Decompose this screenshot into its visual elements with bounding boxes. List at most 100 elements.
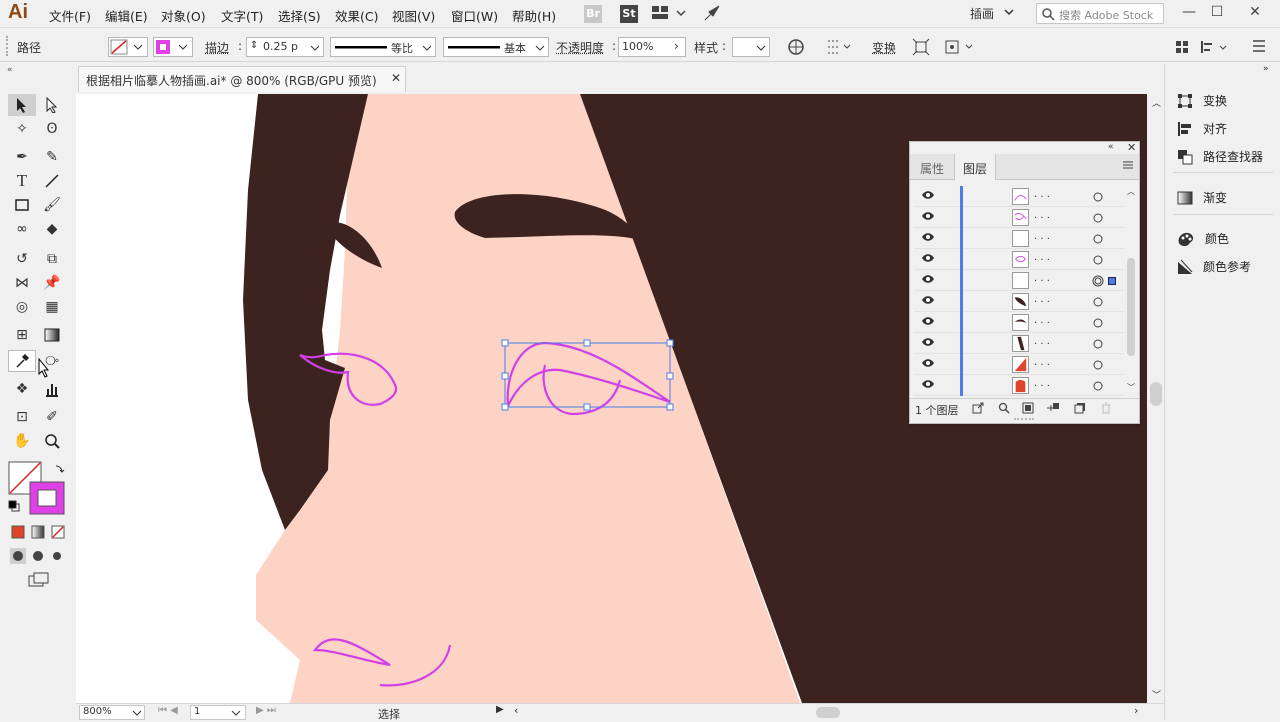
zoom-tool[interactable] [38, 430, 66, 452]
visibility-eye-icon[interactable] [921, 231, 935, 246]
expand-dock-icon[interactable]: » [1263, 64, 1269, 74]
delete-layer-icon[interactable] [1100, 402, 1112, 417]
dock-transform[interactable]: 变换 [1177, 92, 1227, 109]
puppet-warp-icon[interactable] [944, 38, 976, 59]
perspective-grid-tool[interactable]: ▦ [38, 296, 66, 318]
status-menu-arrow-icon[interactable]: ▶ [496, 704, 504, 715]
menu-select[interactable]: 选择(S) [278, 6, 321, 25]
curvature-tool[interactable]: ✎ [38, 146, 66, 168]
graphic-style-dropdown[interactable] [732, 37, 770, 57]
layer-row[interactable]: . . . [914, 375, 1124, 396]
arrange-icon[interactable] [1174, 38, 1238, 59]
make-clipping-mask-icon[interactable] [1022, 402, 1034, 417]
vertical-scrollbar[interactable]: ︿ ﹀ [1148, 94, 1164, 703]
puppet-warp-tool[interactable]: 📌 [38, 272, 66, 294]
vertical-scroll-thumb[interactable] [1150, 382, 1162, 406]
column-graph-tool[interactable] [38, 378, 66, 400]
menu-effect[interactable]: 效果(C) [335, 6, 378, 25]
shaper-tool[interactable]: ∞ [8, 218, 36, 240]
drawing-modes[interactable] [10, 548, 70, 564]
eyedropper-tool[interactable] [8, 350, 36, 372]
fill-swatch-dropdown[interactable] [108, 37, 148, 57]
stock-button[interactable]: St [620, 5, 638, 23]
visibility-eye-icon[interactable] [921, 294, 935, 309]
document-tab[interactable]: 根据相片临摹人物插画.ai* @ 800% (RGB/GPU 预览) ✕ [78, 66, 406, 92]
stock-search-field[interactable]: 搜索 Adobe Stock [1036, 3, 1164, 24]
layer-row[interactable]: . . . [914, 249, 1124, 270]
layer-row[interactable]: . . . [914, 228, 1124, 249]
eraser-tool[interactable]: ◆ [38, 218, 66, 240]
visibility-eye-icon[interactable] [921, 273, 935, 288]
rotate-tool[interactable]: ↺ [8, 248, 36, 270]
layers-scrollbar[interactable]: ︿ ﹀ [1126, 186, 1137, 394]
layers-panel-menu-icon[interactable] [1122, 159, 1134, 174]
tab-layers[interactable]: 图层 [954, 154, 996, 180]
gpu-rocket-icon[interactable] [703, 4, 721, 25]
menu-window[interactable]: 窗口(W) [451, 6, 498, 25]
opacity-label[interactable]: 不透明度 [556, 39, 604, 56]
align-options-icon[interactable] [826, 38, 854, 59]
maximize-button[interactable]: ☐ [1200, 0, 1234, 26]
layers-scroll-thumb[interactable] [1127, 258, 1135, 356]
target-circle-icon[interactable] [1092, 191, 1104, 206]
visibility-eye-icon[interactable] [921, 336, 935, 351]
rectangle-tool[interactable] [8, 194, 36, 216]
first-artboard-button[interactable]: ⏮ ◀ [158, 705, 178, 716]
mesh-tool[interactable]: ⊞ [8, 324, 36, 346]
menu-object[interactable]: 对象(O) [161, 6, 206, 25]
dock-gradient[interactable]: 渐变 [1177, 189, 1227, 206]
menu-edit[interactable]: 编辑(E) [105, 6, 148, 25]
layer-row[interactable]: . . . [914, 333, 1124, 354]
stroke-weight-field[interactable]: ⇕ 0.25 p [246, 37, 324, 57]
selection-indicator[interactable] [1108, 277, 1116, 285]
artboard-navigation-field[interactable]: 1 [190, 705, 246, 720]
chevron-down-icon[interactable] [1004, 6, 1014, 20]
layer-row[interactable]: . . . [914, 186, 1124, 207]
menu-help[interactable]: 帮助(H) [512, 6, 556, 25]
scroll-left-icon[interactable]: ‹ [514, 704, 518, 717]
transform-link[interactable]: 变换 [872, 39, 896, 56]
scroll-down-icon[interactable]: ﹀ [1152, 688, 1161, 701]
locate-object-icon[interactable] [998, 402, 1010, 417]
target-circle-icon[interactable] [1092, 275, 1104, 290]
dock-color[interactable]: 颜色 [1177, 230, 1229, 247]
target-circle-icon[interactable] [1092, 254, 1104, 269]
layer-row[interactable]: . . . [914, 270, 1124, 291]
dock-color-guide[interactable]: 颜色参考 [1177, 258, 1251, 275]
paintbrush-tool[interactable]: 🖌 [38, 194, 66, 216]
selection-tool[interactable] [8, 94, 36, 116]
layer-row[interactable]: . . . [914, 312, 1124, 333]
visibility-eye-icon[interactable] [921, 252, 935, 267]
visibility-eye-icon[interactable] [921, 315, 935, 330]
panel-resize-grip[interactable] [1014, 418, 1034, 420]
close-document-icon[interactable]: ✕ [391, 71, 401, 85]
export-for-screens-icon[interactable] [972, 402, 984, 417]
close-layers-panel-icon[interactable]: ✕ [1127, 141, 1136, 154]
new-layer-icon[interactable] [1074, 402, 1086, 417]
menu-view[interactable]: 视图(V) [392, 6, 435, 25]
target-circle-icon[interactable] [1092, 212, 1104, 227]
bridge-button[interactable]: Br [584, 5, 602, 23]
target-circle-icon[interactable] [1092, 380, 1104, 395]
direct-selection-tool[interactable] [38, 94, 66, 116]
layer-row[interactable]: . . . [914, 354, 1124, 375]
fill-stroke-widget[interactable] [8, 460, 68, 516]
zoom-field[interactable]: 800% [79, 705, 145, 720]
collapse-panel-icon[interactable]: « [7, 65, 13, 75]
slice-tool[interactable]: ✐ [38, 406, 66, 428]
visibility-eye-icon[interactable] [921, 378, 935, 393]
menu-file[interactable]: 文件(F) [49, 6, 91, 25]
pen-tool[interactable]: ✒ [8, 146, 36, 168]
artboard-tool[interactable]: ⊡ [8, 406, 36, 428]
stroke-swatch-dropdown[interactable] [153, 37, 193, 57]
symbol-sprayer-tool[interactable]: ❖ [8, 378, 36, 400]
shape-builder-tool[interactable]: ◎ [8, 296, 36, 318]
layer-row[interactable]: . . . [914, 207, 1124, 228]
lasso-tool[interactable]: ʘ [38, 118, 66, 140]
target-circle-icon[interactable] [1092, 296, 1104, 311]
dock-pathfinder[interactable]: 路径查找器 [1177, 148, 1263, 165]
menu-type[interactable]: 文字(T) [221, 6, 263, 25]
dock-align[interactable]: 对齐 [1177, 120, 1227, 137]
target-circle-icon[interactable] [1092, 317, 1104, 332]
opacity-field[interactable]: 100% › [618, 37, 686, 57]
